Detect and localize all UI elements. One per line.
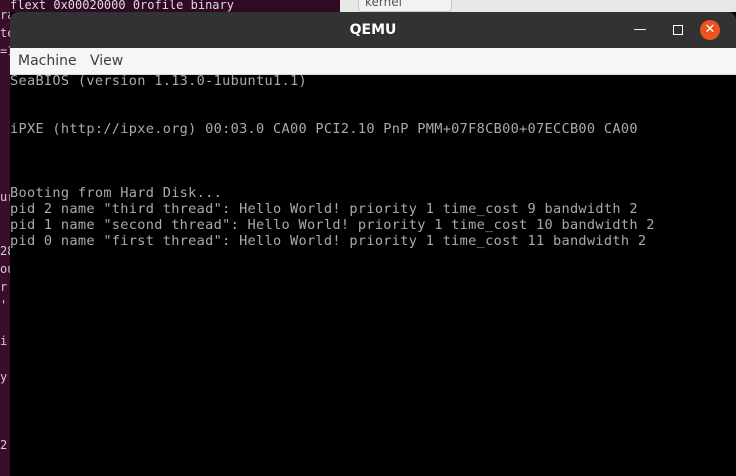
menu-view[interactable]: View — [84, 48, 129, 74]
console-line: Booting from Hard Disk... — [10, 185, 223, 201]
menu-bar: Machine View — [10, 48, 736, 75]
background-tab[interactable]: kernel — [358, 0, 452, 12]
close-icon: ✕ — [704, 22, 716, 37]
console-line: pid 2 name "third thread": Hello World! … — [10, 201, 638, 217]
console-line: pid 0 name "first thread": Hello World! … — [10, 233, 647, 249]
bg-fragment: =1 — [0, 44, 10, 58]
maximize-icon — [673, 24, 683, 35]
background-terminal-top: flext 0x00020000 0rofile binary — [10, 0, 340, 12]
window-title: QEMU — [349, 22, 397, 38]
minimize-button[interactable]: — — [630, 20, 650, 40]
bg-fragment: ur — [0, 190, 10, 204]
background-terminal-text: ra te =1 ur ou r ' 28 i y 2 — [0, 0, 10, 476]
minimize-icon: — — [633, 22, 647, 37]
console-line: iPXE (http://ipxe.org) 00:03.0 CA00 PCI2… — [10, 121, 638, 137]
bg-fragment: i — [0, 334, 8, 348]
bg-fragment: 2 — [0, 438, 8, 452]
bg-fragment: y — [0, 370, 8, 384]
console-line: SeaBIOS (version 1.13.0-1ubuntu1.1) — [10, 75, 307, 89]
background-toolbar: kernel — [340, 0, 736, 12]
close-button[interactable]: ✕ — [700, 20, 720, 40]
bg-fragment: ' — [0, 298, 8, 312]
bg-fragment: ra — [0, 8, 10, 22]
background-tab-label: kernel — [365, 0, 402, 9]
title-bar[interactable]: QEMU — ✕ — [10, 12, 736, 48]
console-line: pid 1 name "second thread": Hello World!… — [10, 217, 655, 233]
bg-fragment: ou — [0, 262, 10, 276]
maximize-button[interactable] — [668, 20, 688, 40]
qemu-window: QEMU — ✕ Machine View SeaBIOS (version 1… — [10, 12, 736, 476]
bg-terminal-line: flext 0x00020000 0rofile binary — [10, 0, 234, 12]
bg-fragment: 28 — [0, 244, 10, 258]
bg-fragment: te — [0, 26, 10, 40]
menu-machine[interactable]: Machine — [12, 48, 83, 74]
bg-fragment: r — [0, 280, 8, 294]
vga-console-screen[interactable]: SeaBIOS (version 1.13.0-1ubuntu1.1) iPXE… — [10, 75, 736, 476]
